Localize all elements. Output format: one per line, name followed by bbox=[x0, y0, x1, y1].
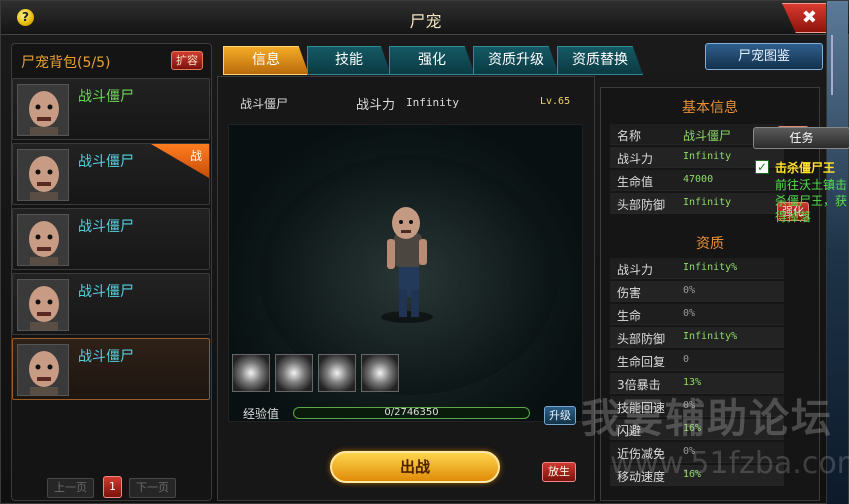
skill-icon-3[interactable] bbox=[318, 354, 356, 392]
prev-page-button[interactable]: 上一页 bbox=[47, 478, 94, 498]
watermark-text: 我要辅助论坛 bbox=[581, 396, 833, 442]
zombie-avatar-icon bbox=[17, 149, 69, 201]
skill-icon-1[interactable] bbox=[232, 354, 270, 392]
watermark-url: www.51fzba.com bbox=[610, 446, 849, 481]
title-bar: ? 尸宠 ✖ bbox=[1, 1, 849, 35]
stat-row: 战斗力 Infinity% bbox=[610, 258, 784, 279]
pet-name: 战斗僵尸 bbox=[78, 89, 134, 105]
stat-key: 生命值 bbox=[617, 175, 654, 189]
task-description: 前往沃土镇击杀僵尸王，获得掉落 bbox=[775, 178, 848, 224]
pet-bag-count: (5/5) bbox=[77, 55, 111, 71]
stat-key: 头部防御 bbox=[617, 198, 666, 212]
pet-name: 战斗僵尸 bbox=[78, 284, 134, 300]
skill-icon-4[interactable] bbox=[361, 354, 399, 392]
pet-list-item[interactable]: 战斗僵尸 bbox=[12, 208, 210, 270]
stat-row: 生命回复 0 bbox=[610, 350, 784, 371]
skill-icon-2[interactable] bbox=[275, 354, 313, 392]
stat-key: 生命 bbox=[617, 309, 642, 323]
tab-5[interactable]: 资质替换 bbox=[557, 46, 643, 75]
expand-button[interactable]: 扩容 bbox=[171, 51, 203, 70]
stat-value: 0% bbox=[683, 308, 696, 319]
stage-level: Lv.65 bbox=[540, 96, 571, 107]
stat-value: 0 bbox=[683, 354, 690, 365]
stat-value: 战斗僵尸 bbox=[683, 129, 732, 143]
stat-value: Infinity bbox=[683, 151, 732, 162]
window-title: 尸宠 bbox=[409, 12, 442, 31]
page-number: 1 bbox=[103, 476, 122, 498]
exp-label: 经验值 bbox=[243, 407, 280, 421]
stat-value: 0% bbox=[683, 285, 696, 296]
tab-2[interactable]: 技能 bbox=[307, 46, 391, 75]
task-header[interactable]: 任务 bbox=[753, 127, 849, 149]
stat-row: 头部防御 Infinity% bbox=[610, 327, 784, 348]
stat-key: 战斗力 bbox=[617, 263, 654, 277]
zombie-avatar-icon bbox=[17, 214, 69, 266]
stat-key: 伤害 bbox=[617, 286, 642, 300]
pet-bag-label: 尸宠背包 bbox=[21, 55, 77, 71]
pet-album-button[interactable]: 尸宠图鉴 bbox=[705, 43, 823, 70]
tab-4[interactable]: 资质升级 bbox=[473, 46, 559, 75]
stage-header: 战斗僵尸 战斗力 Infinity Lv.65 bbox=[228, 89, 583, 115]
tab-1[interactable]: 信息 bbox=[223, 46, 309, 75]
pet-name: 战斗僵尸 bbox=[78, 219, 134, 235]
close-icon: ✖ bbox=[801, 7, 817, 28]
tab-3[interactable]: 强化 bbox=[389, 46, 475, 75]
stat-row: 伤害 0% bbox=[610, 281, 784, 302]
task-title[interactable]: 击杀僵尸王 bbox=[775, 159, 835, 176]
deploy-button[interactable]: 出战 bbox=[330, 451, 500, 483]
stat-value: Infinity% bbox=[683, 262, 738, 273]
battle-badge: 战 bbox=[151, 144, 209, 178]
pet-name: 战斗僵尸 bbox=[78, 154, 134, 170]
stage-power-value: Infinity bbox=[406, 96, 459, 109]
stat-value: 47000 bbox=[683, 174, 714, 185]
stat-row: 生命 0% bbox=[610, 304, 784, 325]
zombie-avatar-icon bbox=[17, 84, 69, 136]
pet-preview-panel: 战斗僵尸 战斗力 Infinity Lv.65 经验值 0/2746350 升级… bbox=[217, 76, 595, 501]
next-page-button[interactable]: 下一页 bbox=[129, 478, 176, 498]
basic-info-title: 基本信息 bbox=[682, 100, 738, 116]
pet-list-item[interactable]: 战斗僵尸 bbox=[12, 78, 210, 140]
pet-window: ? 尸宠 ✖ 尸宠背包(5/5) 扩容 战斗僵尸 战斗僵尸战战斗僵尸 战斗僵尸 战斗僵… bbox=[0, 0, 849, 504]
check-icon: ✓ bbox=[755, 160, 769, 174]
pet-list-item[interactable]: 战斗僵尸 bbox=[12, 273, 210, 335]
stat-key: 名称 bbox=[617, 129, 642, 143]
zombie-avatar-icon bbox=[17, 344, 69, 396]
stat-value: Infinity% bbox=[683, 331, 738, 342]
stat-key: 头部防御 bbox=[617, 332, 666, 346]
stage-pet-name: 战斗僵尸 bbox=[240, 97, 289, 111]
stat-key: 生命回复 bbox=[617, 355, 666, 369]
pet-bag-title: 尸宠背包(5/5) bbox=[21, 52, 110, 72]
pet-list-item[interactable]: 战斗僵尸 bbox=[12, 338, 210, 400]
release-button[interactable]: 放生 bbox=[542, 462, 576, 482]
pet-list-item[interactable]: 战斗僵尸 战 bbox=[12, 143, 210, 205]
stat-value: Infinity bbox=[683, 197, 732, 208]
pet-bag-panel: 尸宠背包(5/5) 扩容 战斗僵尸 战斗僵尸战战斗僵尸 战斗僵尸 战斗僵尸 上一页 1… bbox=[11, 43, 212, 501]
pet-name: 战斗僵尸 bbox=[78, 349, 134, 365]
zombie-avatar-icon bbox=[17, 279, 69, 331]
exp-value: 0/2746350 bbox=[384, 407, 439, 418]
level-up-button[interactable]: 升级 bbox=[544, 406, 576, 425]
stage-power-label: 战斗力 bbox=[356, 98, 396, 113]
task-tracker[interactable]: 任务 ✓ 击杀僵尸王 前往沃土镇击杀僵尸王，获得掉落 bbox=[753, 127, 849, 224]
stat-key: 战斗力 bbox=[617, 152, 654, 166]
aptitude-title: 资质 bbox=[696, 236, 724, 252]
